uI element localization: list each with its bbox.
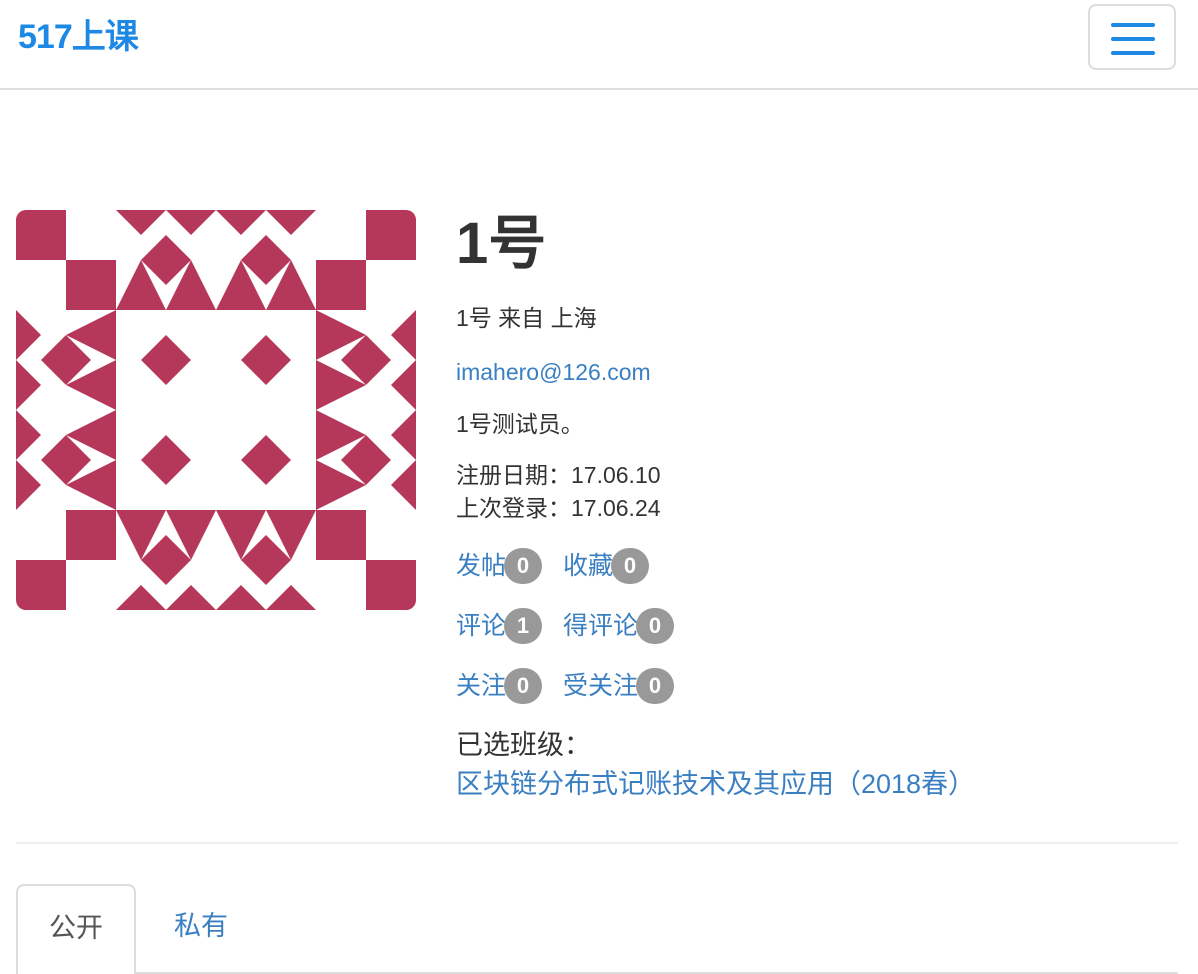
posts-count-badge: 0 (504, 548, 543, 584)
tab-bar: 公开 私有 (16, 884, 1178, 974)
avatar (16, 210, 416, 610)
comments-link[interactable]: 评论 1 (456, 608, 543, 644)
brand-logo[interactable]: 517上课 (18, 14, 139, 60)
followers-count-badge: 0 (635, 668, 674, 704)
profile-name: 1号 (456, 211, 547, 276)
navbar: 517上课 (0, 0, 1198, 90)
stats-row-comments: 评论 1 得评论 0 (456, 608, 688, 644)
received-comments-count-badge: 0 (635, 608, 674, 644)
favorites-label: 收藏 (562, 552, 613, 580)
posts-label: 发帖 (456, 552, 507, 580)
selected-classes-label: 已选班级： (456, 730, 591, 760)
stats-row-posts: 发帖 0 收藏 0 (456, 548, 663, 584)
email-link[interactable]: imahero@126.com (456, 357, 651, 387)
divider (16, 842, 1178, 844)
followers-link[interactable]: 受关注 0 (563, 668, 674, 704)
comments-count-badge: 1 (504, 608, 543, 644)
received-comments-label: 得评论 (562, 612, 638, 640)
class-link[interactable]: 区块链分布式记账技术及其应用（2018春） (456, 767, 975, 801)
tab-public[interactable]: 公开 (16, 884, 136, 974)
favorites-link[interactable]: 收藏 0 (563, 548, 649, 584)
followers-label: 受关注 (562, 672, 638, 700)
register-date: 注册日期：17.06.10 (456, 462, 661, 488)
received-comments-link[interactable]: 得评论 0 (563, 608, 674, 644)
comments-label: 评论 (456, 612, 507, 640)
bio-text: 1号测试员。 (456, 411, 584, 437)
posts-link[interactable]: 发帖 0 (456, 548, 543, 584)
last-login-date: 上次登录：17.06.24 (456, 495, 661, 521)
stats-row-follow: 关注 0 受关注 0 (456, 668, 688, 704)
location-text: 1号 来自 上海 (456, 305, 597, 331)
following-count-badge: 0 (504, 668, 543, 704)
menu-toggle-button[interactable] (1088, 4, 1176, 70)
tab-private[interactable]: 私有 (166, 884, 236, 970)
following-link[interactable]: 关注 0 (456, 668, 543, 704)
following-label: 关注 (456, 672, 507, 700)
favorites-count-badge: 0 (610, 548, 649, 584)
